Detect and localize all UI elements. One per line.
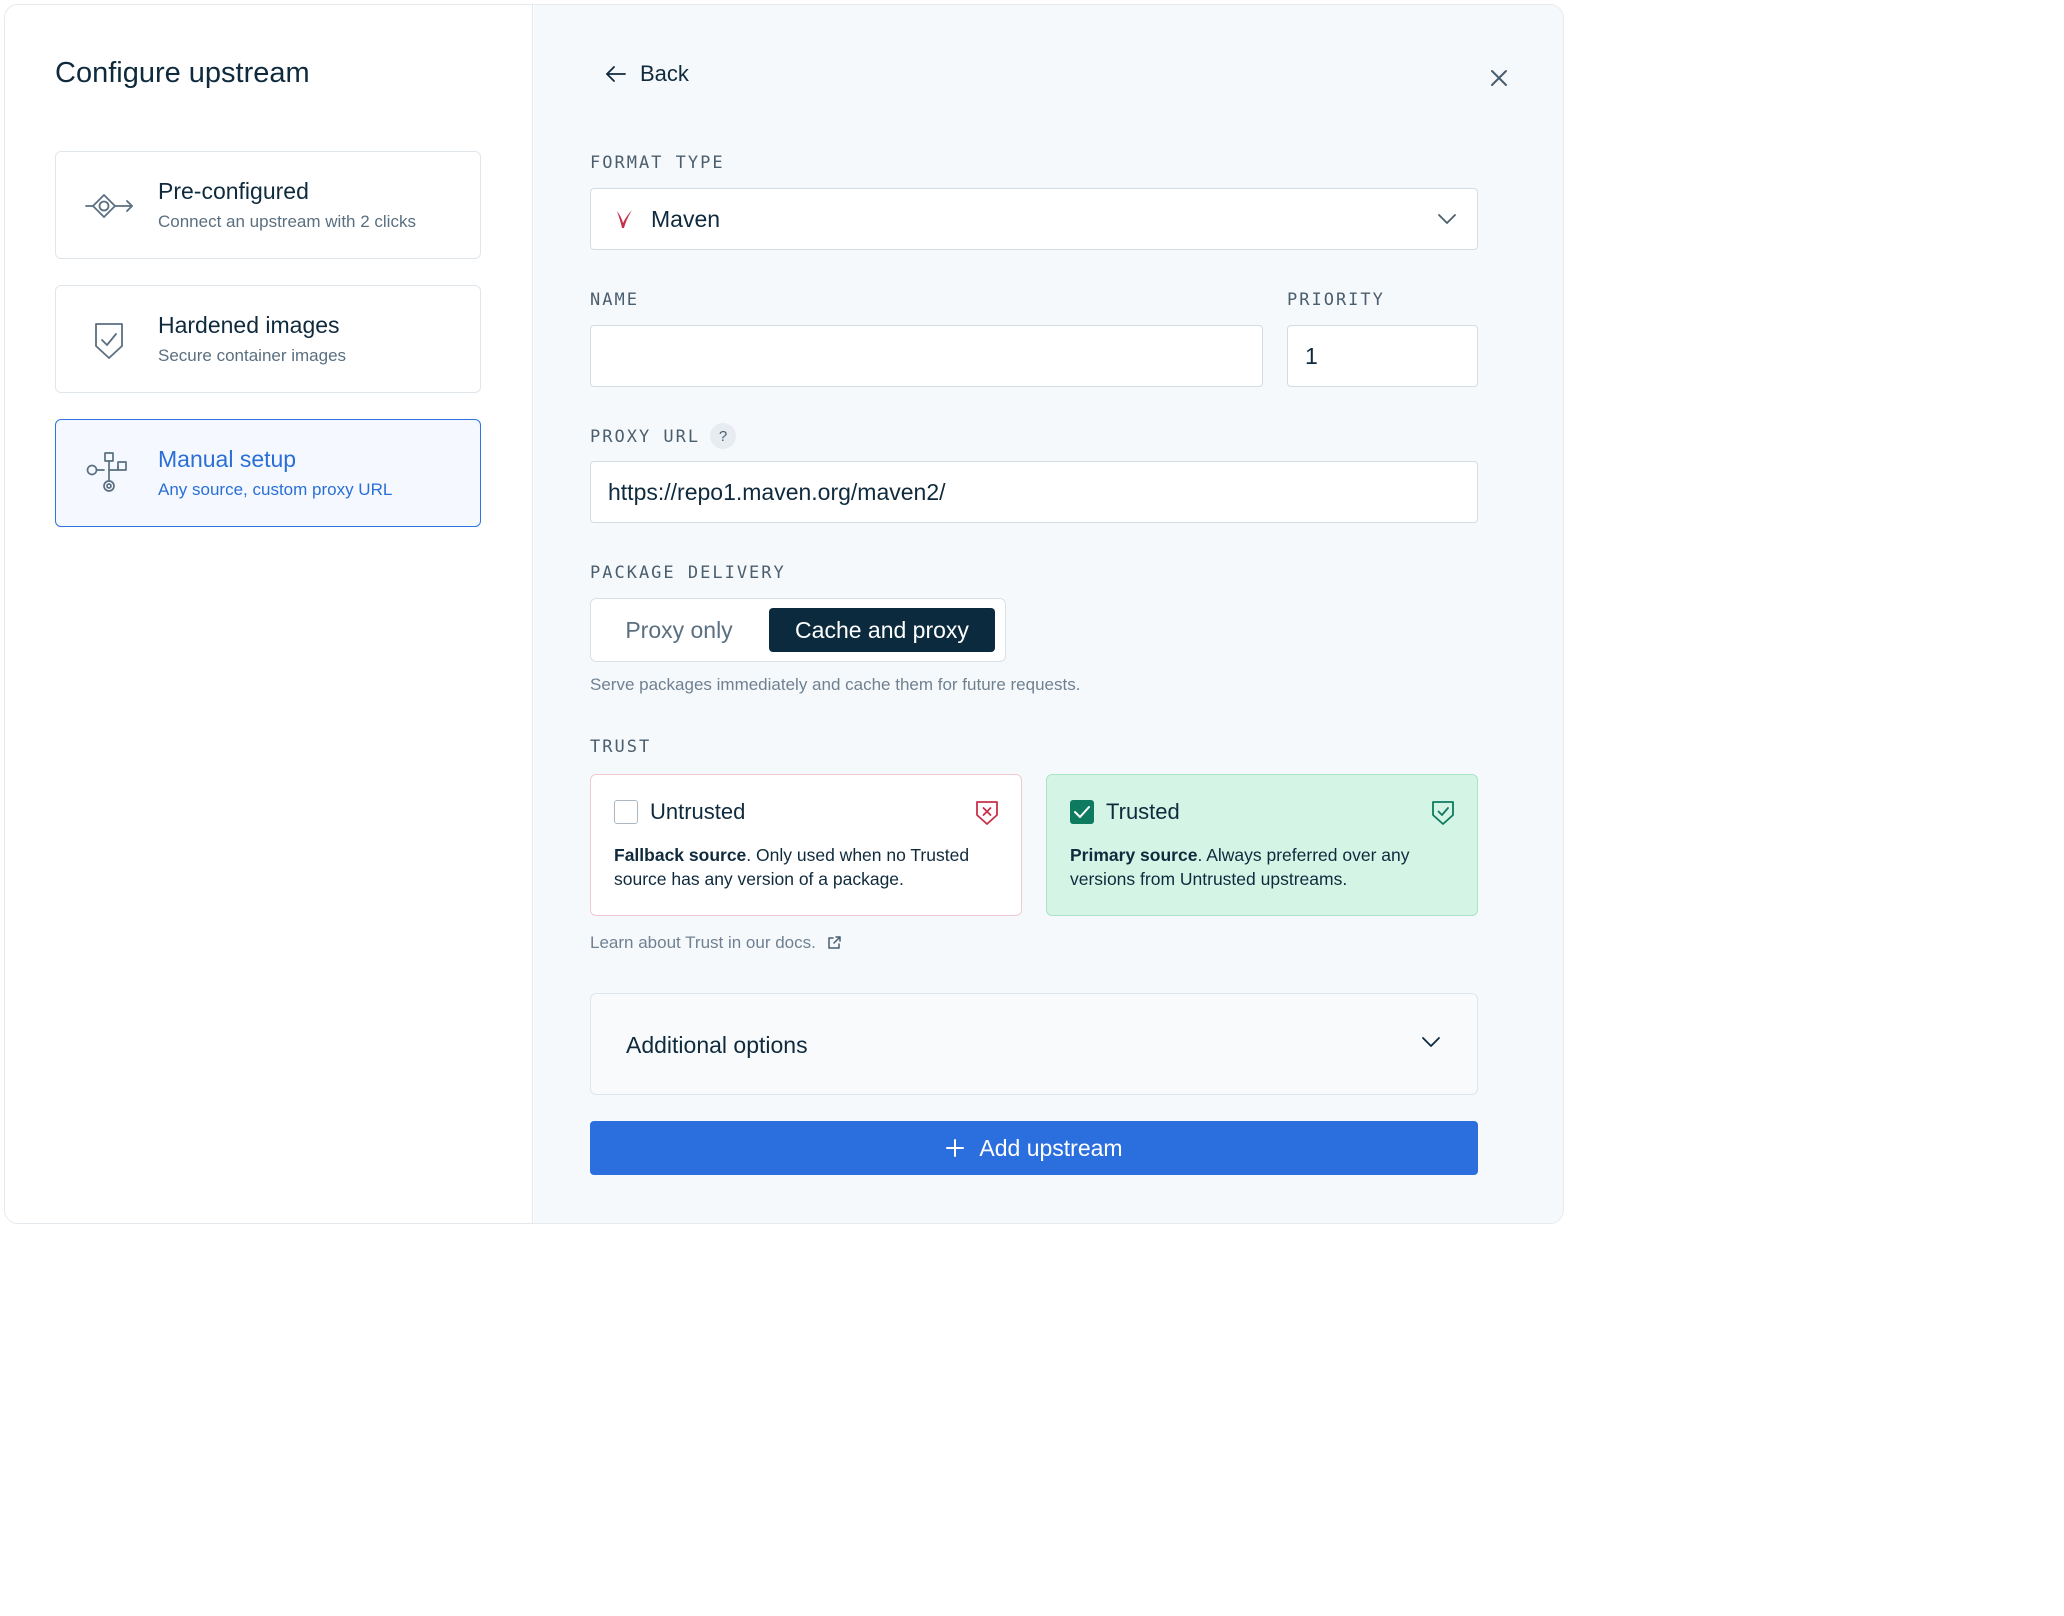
format-type-value: Maven	[651, 205, 721, 232]
option-title: Manual setup	[158, 446, 297, 472]
option-hardened-images[interactable]: Hardened images Secure container images	[55, 285, 481, 393]
back-button[interactable]: Back	[604, 61, 689, 87]
add-upstream-label: Add upstream	[979, 1134, 1123, 1161]
priority-label: PRIORITY	[1287, 290, 1385, 310]
option-manual-setup[interactable]: Manual setup Any source, custom proxy UR…	[55, 419, 481, 527]
page-title: Configure upstream	[55, 57, 310, 89]
cache-and-proxy-option[interactable]: Cache and proxy	[769, 608, 995, 652]
shield-check-icon	[1432, 801, 1454, 825]
option-pre-configured[interactable]: Pre-configured Connect an upstream with …	[55, 151, 481, 259]
untrusted-checkbox[interactable]	[614, 800, 638, 824]
format-type-select[interactable]: Maven	[590, 188, 1478, 250]
trusted-strong: Primary source	[1070, 845, 1198, 865]
configure-upstream-dialog: Configure upstream Pre-configured Connec…	[4, 4, 1564, 1224]
trust-docs-link[interactable]: Learn about Trust in our docs.	[590, 933, 842, 953]
trusted-title: Trusted	[1106, 799, 1180, 824]
untrusted-card[interactable]: Untrusted Fallback source. Only used whe…	[590, 774, 1022, 916]
priority-field[interactable]: 1	[1287, 325, 1478, 387]
chevron-down-icon	[1422, 1037, 1440, 1047]
connector-icon	[85, 194, 133, 218]
package-delivery-label: PACKAGE DELIVERY	[590, 563, 786, 583]
left-panel: Configure upstream Pre-configured Connec…	[5, 5, 533, 1223]
format-type-label: FORMAT TYPE	[590, 153, 725, 173]
shield-x-icon	[976, 801, 998, 825]
proxy-url-help-icon[interactable]: ?	[710, 423, 736, 449]
package-delivery-hint: Serve packages immediately and cache the…	[590, 675, 1081, 694]
close-icon[interactable]	[1484, 63, 1514, 93]
untrusted-strong: Fallback source	[614, 845, 747, 865]
trust-docs-label: Learn about Trust in our docs.	[590, 933, 816, 952]
option-title: Hardened images	[158, 312, 340, 338]
workflow-icon	[86, 452, 127, 492]
plus-icon	[946, 1139, 965, 1157]
trusted-description: Primary source. Always preferred over an…	[1070, 843, 1460, 891]
maven-feather-icon	[617, 210, 632, 228]
arrow-left-icon	[606, 66, 626, 82]
untrusted-title: Untrusted	[650, 799, 746, 824]
add-upstream-button[interactable]: Add upstream	[590, 1121, 1478, 1175]
back-label: Back	[640, 61, 689, 86]
name-label: NAME	[590, 290, 639, 310]
option-title: Pre-configured	[158, 178, 309, 204]
untrusted-description: Fallback source. Only used when no Trust…	[614, 843, 1004, 891]
form-panel: Back FORMAT TYPE Maven NAME PRIORITY 1 P…	[534, 5, 1563, 1223]
option-description: Any source, custom proxy URL	[158, 480, 393, 499]
proxy-only-option[interactable]: Proxy only	[599, 608, 759, 652]
package-delivery-toggle: Proxy only Cache and proxy	[590, 598, 1006, 662]
proxy-url-field[interactable]: https://repo1.maven.org/maven2/	[590, 461, 1478, 523]
additional-options-title: Additional options	[626, 1032, 808, 1058]
trusted-checkbox[interactable]	[1070, 800, 1094, 824]
external-link-icon	[828, 936, 841, 949]
option-description: Secure container images	[158, 346, 347, 365]
checkmark-icon	[1074, 806, 1090, 818]
trust-label: TRUST	[590, 737, 652, 757]
proxy-url-label: PROXY URL	[590, 427, 701, 447]
additional-options-accordion[interactable]: Additional options	[590, 993, 1478, 1095]
chevron-down-icon	[1438, 214, 1456, 224]
shield-check-icon	[95, 323, 123, 359]
name-field[interactable]	[590, 325, 1263, 387]
option-description: Connect an upstream with 2 clicks	[158, 212, 416, 231]
trusted-card[interactable]: Trusted Primary source. Always preferred…	[1046, 774, 1478, 916]
